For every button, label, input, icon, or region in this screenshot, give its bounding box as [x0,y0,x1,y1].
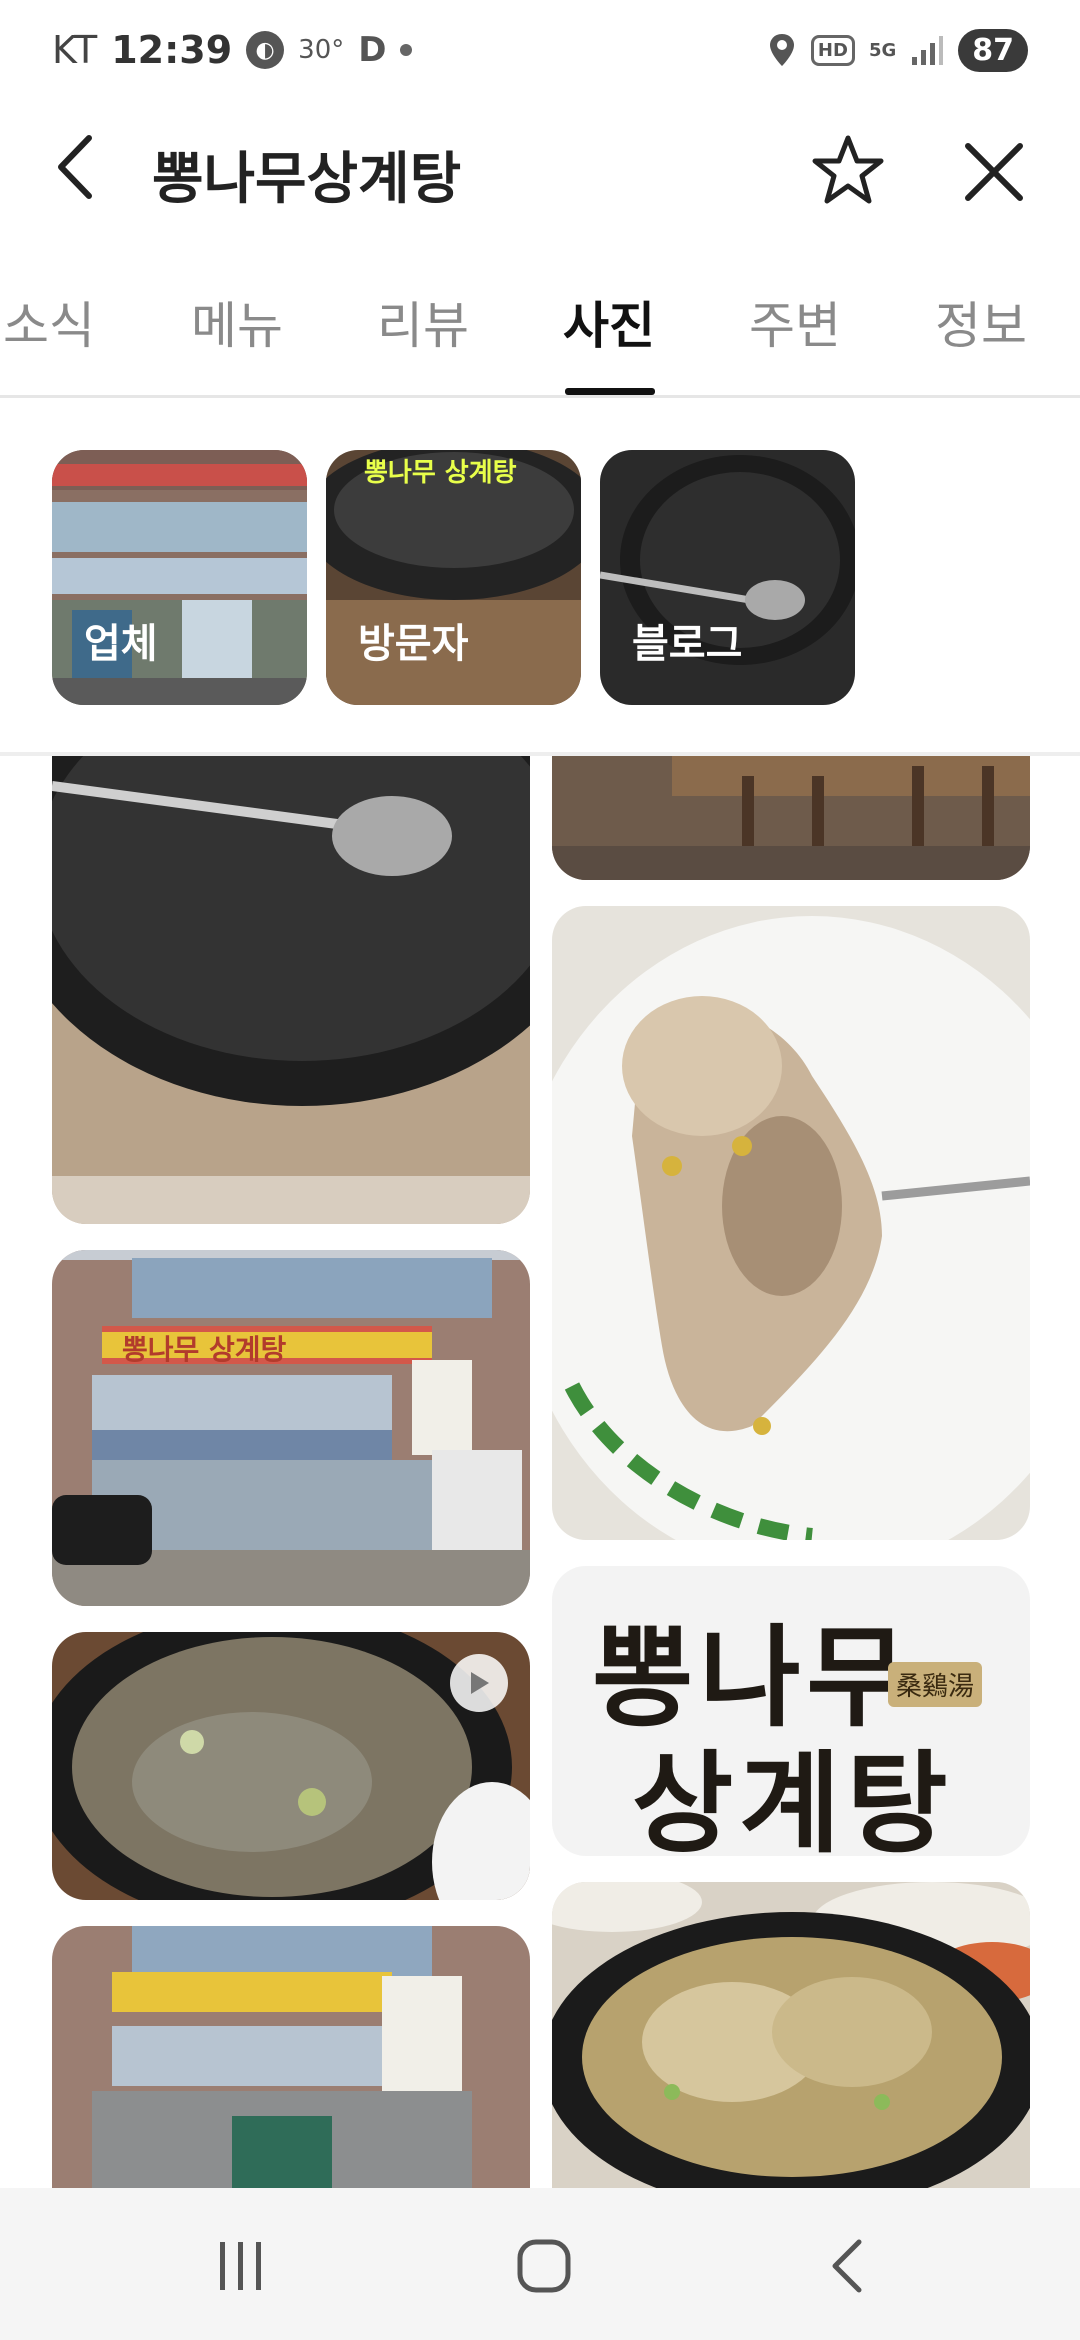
photo-soup-video[interactable] [52,1632,530,1900]
samgyetang-image [552,1882,1030,2188]
status-bar: KT 12:39 ◐ 30° D HD 5G 87 [0,0,1080,100]
close-button[interactable] [954,132,1034,212]
category-business[interactable]: 업체 [52,450,307,705]
play-icon[interactable] [450,1654,508,1712]
photo-logo[interactable]: 뽕나무 상계탕 桑鷄湯 [552,1566,1030,1856]
empty-bowl-image [52,756,530,1224]
system-nav-bar [0,2188,1080,2340]
photo-storefront[interactable]: 뽕나무 상계탕 [52,1250,530,1606]
tab-menu[interactable]: 메뉴 [162,286,312,358]
sign-text: 뽕나무 상계탕 [364,458,517,488]
signal-icon [910,33,944,67]
active-tab-indicator [565,388,655,395]
header: 뽕나무상계탕 [0,110,1080,230]
back-button[interactable] [40,132,110,202]
dot-icon [400,44,413,56]
recent-apps-icon [220,2242,261,2290]
hd-icon: HD [810,34,855,66]
close-icon [965,143,1023,201]
carrier: KT [52,28,98,72]
back-icon [832,2239,862,2293]
category-label: 업체 [84,621,158,667]
category-blog[interactable]: 블로그 [600,450,855,705]
star-outline-icon [812,135,884,204]
category-label: 블로그 [632,621,743,667]
favorite-button[interactable] [808,130,888,210]
chicken-drumstick-image [552,906,1030,1540]
nav-back-button[interactable] [802,2226,892,2306]
photo-samgyetang[interactable] [552,1882,1030,2188]
logo-text-line2: 상계탕 [632,1739,954,1856]
temperature: 30° [298,35,345,65]
d-icon: D [358,30,387,70]
storefront-image [52,1250,530,1606]
tab-photos[interactable]: 사진 [534,286,684,358]
5g-icon: 5G [868,39,897,61]
photo-empty-bowl[interactable] [52,756,530,1224]
recent-apps-button[interactable] [196,2226,286,2306]
storefront-image [52,1926,530,2188]
dining-chairs-image [552,756,1030,880]
chevron-left-icon [58,135,92,199]
location-icon [767,32,797,68]
page-title: 뽕나무상계탕 [152,147,462,212]
tab-bar: 소식 메뉴 리뷰 사진 주변 정보 [0,272,1080,398]
photo-categories: 업체 뽕나무 상계탕 방문자 블로그 [0,398,1080,758]
time: 12:39 [111,28,233,72]
photo-storefront-2[interactable] [52,1926,530,2188]
tab-info[interactable]: 정보 [906,286,1056,358]
tab-news[interactable]: 소식 [0,286,124,358]
category-visitor[interactable]: 뽕나무 상계탕 방문자 [326,450,581,705]
photo-chicken-drumstick[interactable] [552,906,1030,1540]
home-button[interactable] [499,2226,589,2306]
battery-icon: 87 [958,28,1028,72]
logo-seal: 桑鷄湯 [888,1662,983,1707]
tab-nearby[interactable]: 주변 [720,286,870,358]
category-label: 방문자 [358,621,469,667]
tab-reviews[interactable]: 리뷰 [348,286,498,358]
store-sign-text: 뽕나무 상계탕 [122,1333,287,1366]
c-icon: ◐ [246,31,285,69]
home-icon [517,2239,571,2293]
photo-dining-room[interactable] [552,756,1030,880]
